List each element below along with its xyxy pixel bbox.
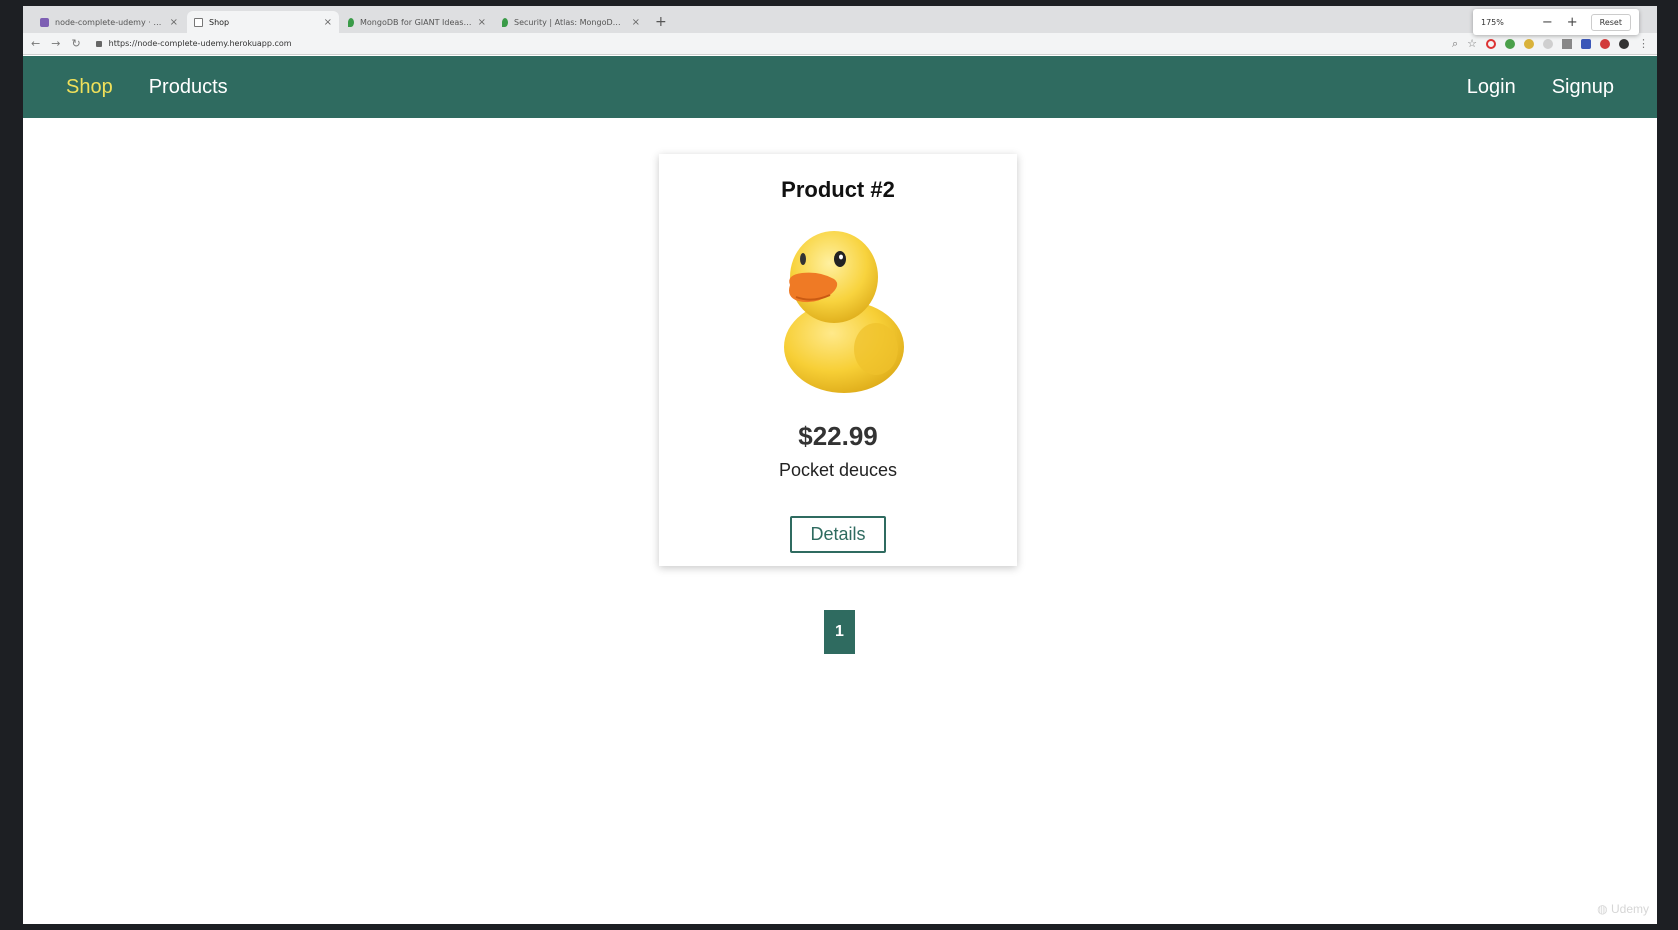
filter-icon[interactable] xyxy=(1562,38,1572,49)
zoom-out-button[interactable]: − xyxy=(1542,15,1553,30)
new-tab-button[interactable]: + xyxy=(655,14,667,30)
tab-title: MongoDB for GIANT Ideas | M xyxy=(360,17,472,27)
extension-icon[interactable] xyxy=(1524,38,1534,49)
details-button[interactable]: Details xyxy=(790,516,886,553)
product-card: Product #2 $22.99 Pocket deuces Details xyxy=(659,154,1017,566)
main-navigation: Shop Products Login Signup xyxy=(23,56,1657,118)
zoom-in-button[interactable]: + xyxy=(1567,15,1578,30)
nav-login-link[interactable]: Login xyxy=(1467,76,1516,99)
extension-icon[interactable] xyxy=(1600,38,1610,49)
bookmark-star-icon[interactable]: ☆ xyxy=(1467,37,1477,50)
product-title: Product #2 xyxy=(781,177,895,202)
zoom-level: 175% xyxy=(1481,17,1504,27)
close-icon[interactable]: × xyxy=(632,17,640,28)
nav-shop-link[interactable]: Shop xyxy=(66,76,113,99)
tab-strip: node-complete-udemy · Reso × Shop × Mong… xyxy=(23,6,1657,33)
mongodb-leaf-icon xyxy=(348,17,354,27)
reload-icon[interactable]: ↻ xyxy=(71,37,80,50)
browser-tab[interactable]: Security | Atlas: MongoDB Atl × xyxy=(495,11,647,33)
nav-signup-link[interactable]: Signup xyxy=(1552,76,1614,99)
close-icon[interactable]: × xyxy=(170,17,178,28)
udemy-watermark-logo: ◍ Udemy xyxy=(1597,902,1649,916)
page-icon xyxy=(194,17,203,27)
page-button-current[interactable]: 1 xyxy=(824,610,855,654)
browser-tab[interactable]: MongoDB for GIANT Ideas | M × xyxy=(341,11,493,33)
tab-title: Shop xyxy=(209,17,230,27)
mongodb-leaf-icon xyxy=(502,17,508,27)
extension-icon[interactable] xyxy=(1581,38,1591,49)
pagination: 1 xyxy=(824,610,855,654)
product-description: Pocket deuces xyxy=(778,460,898,480)
zoom-reset-button[interactable]: Reset xyxy=(1590,13,1631,31)
nav-products-link[interactable]: Products xyxy=(149,76,228,99)
zoom-popup: 175% − + Reset xyxy=(1473,9,1639,35)
search-icon[interactable]: ⌕ xyxy=(1452,37,1458,51)
extension-toolbar: ⌕ ☆ ⋮ xyxy=(1452,37,1649,51)
tab-title: Security | Atlas: MongoDB Atl xyxy=(514,17,626,27)
back-icon[interactable]: ← xyxy=(31,37,40,50)
close-icon[interactable]: × xyxy=(324,17,332,28)
close-icon[interactable]: × xyxy=(478,17,486,28)
opera-icon[interactable] xyxy=(1486,38,1496,49)
heroku-icon xyxy=(40,17,49,27)
browser-tab[interactable]: node-complete-udemy · Reso × xyxy=(33,11,185,33)
menu-icon[interactable]: ⋮ xyxy=(1638,37,1649,50)
browser-window: node-complete-udemy · Reso × Shop × Mong… xyxy=(23,6,1657,924)
rubber-duck-image xyxy=(784,231,904,393)
browser-tab-active[interactable]: Shop × xyxy=(187,11,339,33)
address-bar: ← → ↻ https://node-complete-udemy.heroku… xyxy=(23,33,1657,55)
product-price: $22.99 xyxy=(798,421,878,451)
url-field[interactable]: https://node-complete-udemy.herokuapp.co… xyxy=(109,39,1452,48)
avatar[interactable] xyxy=(1619,38,1629,49)
forward-icon[interactable]: → xyxy=(51,37,60,50)
tab-title: node-complete-udemy · Reso xyxy=(55,17,164,27)
extension-icon[interactable] xyxy=(1505,38,1515,49)
lock-icon xyxy=(95,40,102,47)
extension-icon[interactable] xyxy=(1543,38,1553,49)
